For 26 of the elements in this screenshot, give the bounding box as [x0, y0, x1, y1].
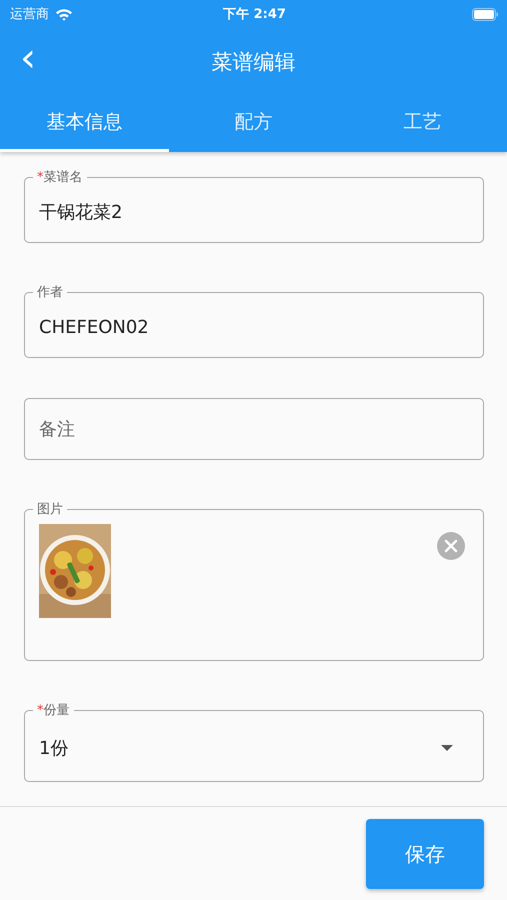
- field-label: 图片: [37, 502, 63, 517]
- close-icon: [437, 532, 465, 560]
- battery-icon: [472, 8, 499, 20]
- dropdown-field[interactable]: *份量 1份: [24, 701, 484, 782]
- input-field[interactable]: 备注: [24, 398, 484, 460]
- remove-image-button[interactable]: [437, 532, 465, 560]
- field-label: 份量: [44, 703, 70, 718]
- wifi-icon: [55, 8, 73, 20]
- field-value: 干锅花菜2: [39, 201, 122, 224]
- page-title: 菜谱编辑: [212, 48, 296, 76]
- input-field[interactable]: *菜谱名 干锅花菜2: [24, 168, 484, 243]
- input-field[interactable]: 作者 CHEFEON02: [24, 283, 484, 358]
- field-label: 菜谱名: [44, 170, 82, 185]
- status-time: 下午 2:47: [223, 6, 286, 23]
- field-placeholder: 备注: [39, 418, 75, 441]
- field-label: 作者: [37, 285, 63, 300]
- field-value: 1份: [39, 737, 68, 760]
- image-field[interactable]: 图片: [24, 500, 484, 661]
- field-value: CHEFEON02: [39, 316, 149, 338]
- required-mark: *: [37, 170, 44, 185]
- caret-icon: [441, 745, 453, 751]
- carrier-name: 运营商: [10, 6, 49, 23]
- save-button[interactable]: 保存: [366, 819, 484, 889]
- back-button[interactable]: ‹: [14, 38, 42, 78]
- required-mark: *: [37, 703, 44, 718]
- tab[interactable]: 基本信息: [0, 95, 169, 152]
